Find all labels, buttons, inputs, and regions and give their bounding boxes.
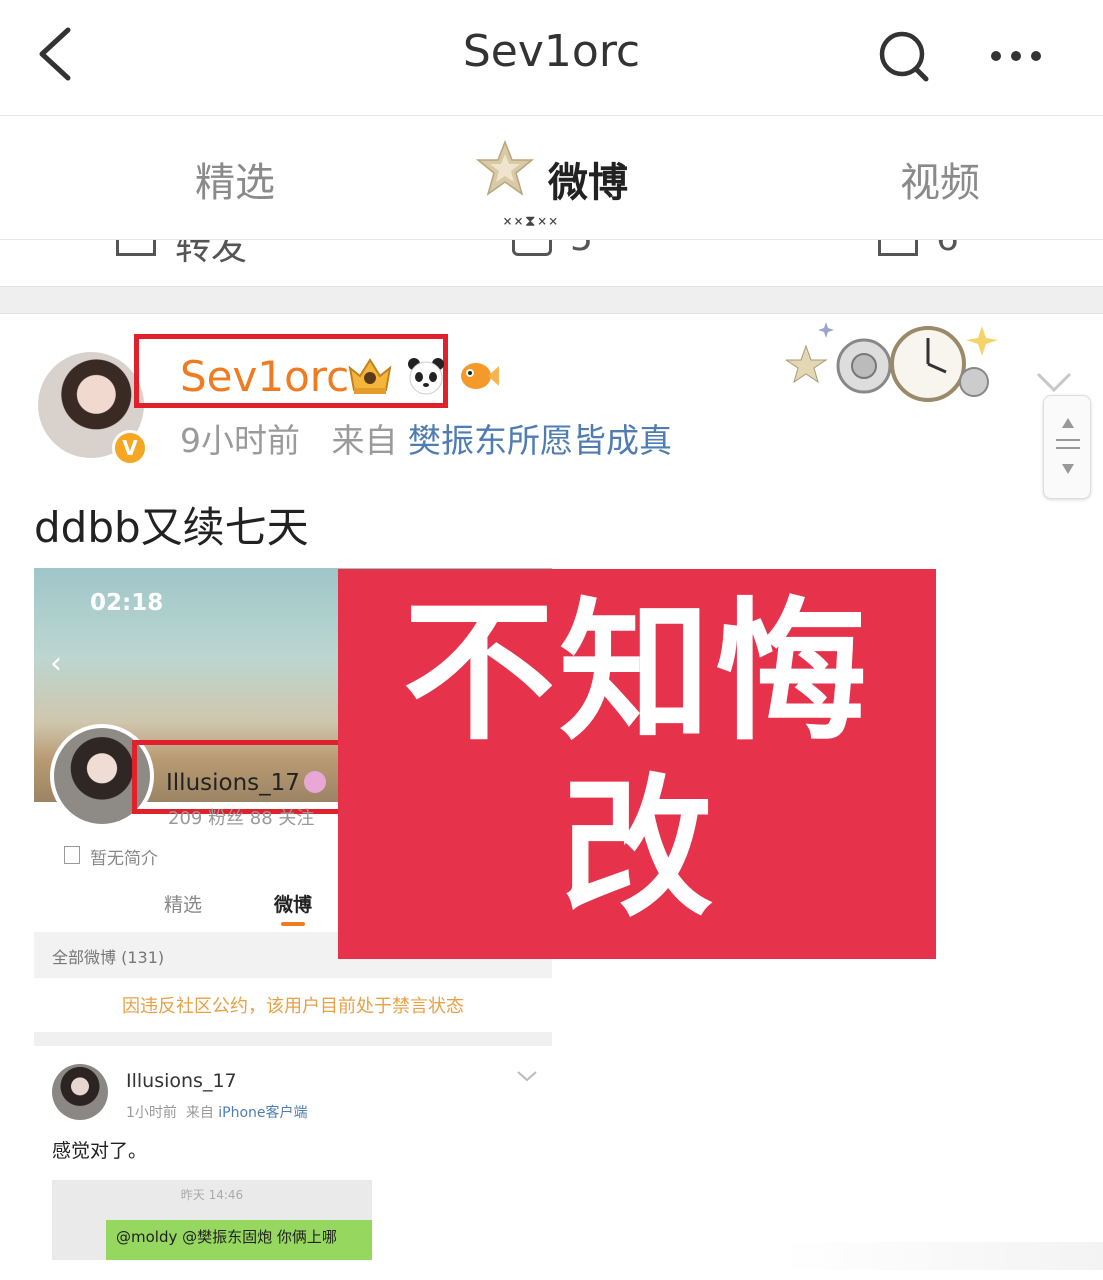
- watermark-fade: [780, 1242, 1103, 1270]
- shot-ban-notice: 因违反社区公约，该用户目前处于禁言状态: [122, 996, 464, 1017]
- like-button[interactable]: 6: [936, 240, 959, 259]
- shot-all-weibo: 全部微博 (131): [52, 948, 165, 967]
- more-dots-icon: [991, 51, 1041, 61]
- search-icon: [879, 31, 929, 82]
- shot-chevron-down-icon: [516, 1068, 538, 1082]
- tab-active-indicator: ××⧗××: [503, 212, 560, 230]
- author-name[interactable]: Sev1orc: [180, 352, 349, 401]
- chevron-down-icon[interactable]: [1034, 366, 1074, 396]
- previous-post-actions: 转发 5 6: [0, 240, 1103, 286]
- verified-icon: V: [112, 430, 148, 466]
- shot-post-name: Illusions_17: [126, 1070, 237, 1092]
- shot-post-avatar: [52, 1064, 108, 1120]
- post-text: ddbb又续七天: [34, 503, 309, 552]
- shot-post-source: iPhone客户端: [218, 1105, 308, 1121]
- post-source[interactable]: 樊振东所愿皆成真: [408, 421, 672, 460]
- shot-back-icon: ‹: [50, 646, 62, 681]
- shot-follow-counts: 209 粉丝 88 关注: [168, 808, 315, 829]
- goldfish-icon: [458, 356, 500, 394]
- shot-bio: 暂无简介: [90, 849, 158, 869]
- crown-icon: [346, 354, 394, 396]
- scroll-control[interactable]: [1043, 395, 1091, 499]
- comment-button[interactable]: 5: [570, 240, 593, 259]
- feed-divider: [0, 286, 1103, 314]
- shot-badge-icon: [304, 771, 326, 793]
- post-meta: 9小时前 来自 樊振东所愿皆成真: [180, 414, 672, 462]
- shot-bio-icon: [64, 846, 80, 864]
- page-title: Sev1orc: [462, 26, 641, 77]
- like-icon: [878, 240, 918, 256]
- shot-chat-image: 昨天 14:46 @moldy @樊振东固炮 你俩上哪: [52, 1180, 372, 1260]
- tab-featured[interactable]: 精选: [195, 150, 275, 208]
- stamp-text-line2: 改: [561, 760, 713, 937]
- shot-tab-featured: 精选: [164, 894, 203, 916]
- repost-icon: [116, 240, 156, 256]
- star-badge-icon: [475, 139, 535, 202]
- repost-button[interactable]: 转发: [175, 240, 247, 270]
- clock-decoration-icon: [784, 316, 1012, 420]
- shot-status-time: 02:18: [90, 590, 164, 616]
- tab-video[interactable]: 视频: [900, 150, 980, 208]
- shot-tab-weibo: 微博: [274, 894, 313, 916]
- shot-chat-bubble: @moldy @樊振东固炮 你俩上哪: [106, 1220, 372, 1260]
- shot-username: Illusions_17: [166, 770, 300, 796]
- shot-chat-time: 昨天 14:46: [180, 1188, 244, 1202]
- shot-divider: [34, 1032, 552, 1046]
- comment-icon: [512, 240, 552, 256]
- post-time: 9小时前: [180, 421, 300, 460]
- post-from-label: 来自: [331, 421, 398, 460]
- scroll-arrows-icon: [1056, 418, 1080, 474]
- tab-weibo[interactable]: 微博: [548, 150, 628, 208]
- shot-post-time: 1小时前: [126, 1105, 177, 1121]
- panda-icon: [406, 356, 446, 396]
- search-button[interactable]: [872, 26, 936, 90]
- red-stamp: 不知悔 改: [338, 569, 936, 959]
- stamp-text-line1: 不知悔: [403, 584, 871, 761]
- more-button[interactable]: [986, 34, 1050, 78]
- shot-post-from: 来自: [185, 1105, 214, 1121]
- shot-tab-indicator: [281, 922, 305, 926]
- shot-post-meta: 1小时前 来自 iPhone客户端: [126, 1102, 308, 1122]
- shot-post-text: 感觉对了。: [52, 1140, 148, 1162]
